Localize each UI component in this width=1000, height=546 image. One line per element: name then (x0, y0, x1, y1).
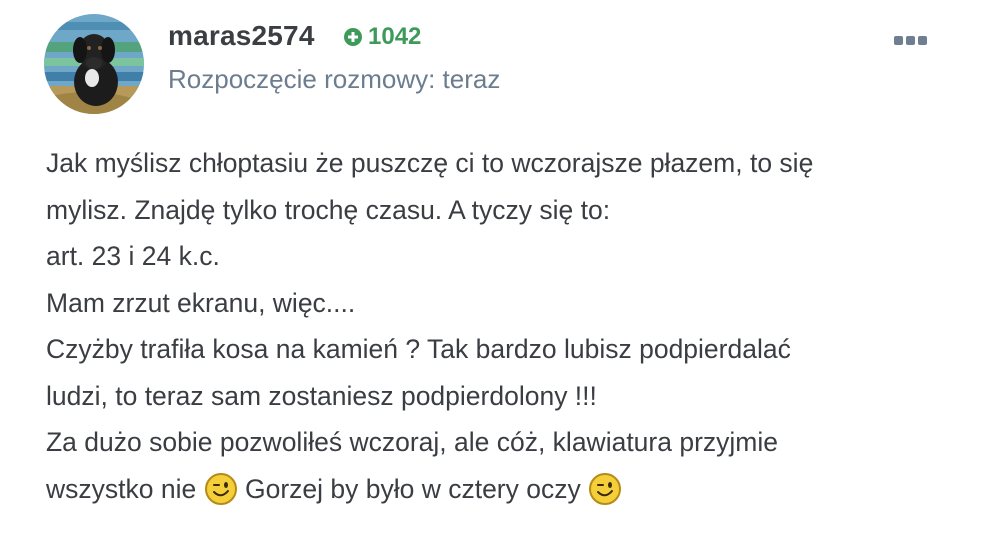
message-line: Za dużo sobie pozwoliłeś wczoraj, ale có… (46, 427, 778, 457)
more-icon-dot (893, 35, 903, 45)
message-line: Jak myślisz chłoptasiu że puszczę ci to … (46, 148, 814, 178)
message-line: Mam zrzut ekranu, więc.... (46, 287, 356, 318)
conversation-status: Rozpoczęcie rozmowy: teraz (168, 64, 501, 94)
more-options-button[interactable] (888, 30, 932, 50)
reputation-value: 1042 (368, 23, 422, 50)
more-icon-dot (905, 35, 915, 45)
message-line: mylisz. Znajdę tylko trochę czasu. A tyc… (46, 194, 611, 225)
username[interactable]: maras2574 (168, 20, 315, 52)
message-text: Gorzej by było w cztery oczy (244, 473, 581, 504)
message-text: wszystko nie (46, 473, 197, 504)
more-icon-dot (917, 35, 927, 45)
winking-smiley-emoji-icon (589, 472, 622, 505)
plus-circle-icon (344, 28, 362, 46)
message-line: art. 23 i 24 k.c. (46, 241, 220, 271)
message-body: Jak myślisz chłoptasiu że puszczę ci to … (46, 140, 976, 512)
winking-smiley-emoji-icon (204, 472, 237, 505)
reputation-badge: 1042 (344, 23, 421, 51)
message-line: Czyżby trafiła kosa na kamień ? Tak bard… (46, 334, 791, 364)
avatar[interactable] (44, 14, 144, 114)
message-line: wszystko nie Gorzej by było w cztery ocz… (46, 466, 976, 513)
message-line: ludzi, to teraz sam zostaniesz podpierdo… (46, 380, 597, 411)
